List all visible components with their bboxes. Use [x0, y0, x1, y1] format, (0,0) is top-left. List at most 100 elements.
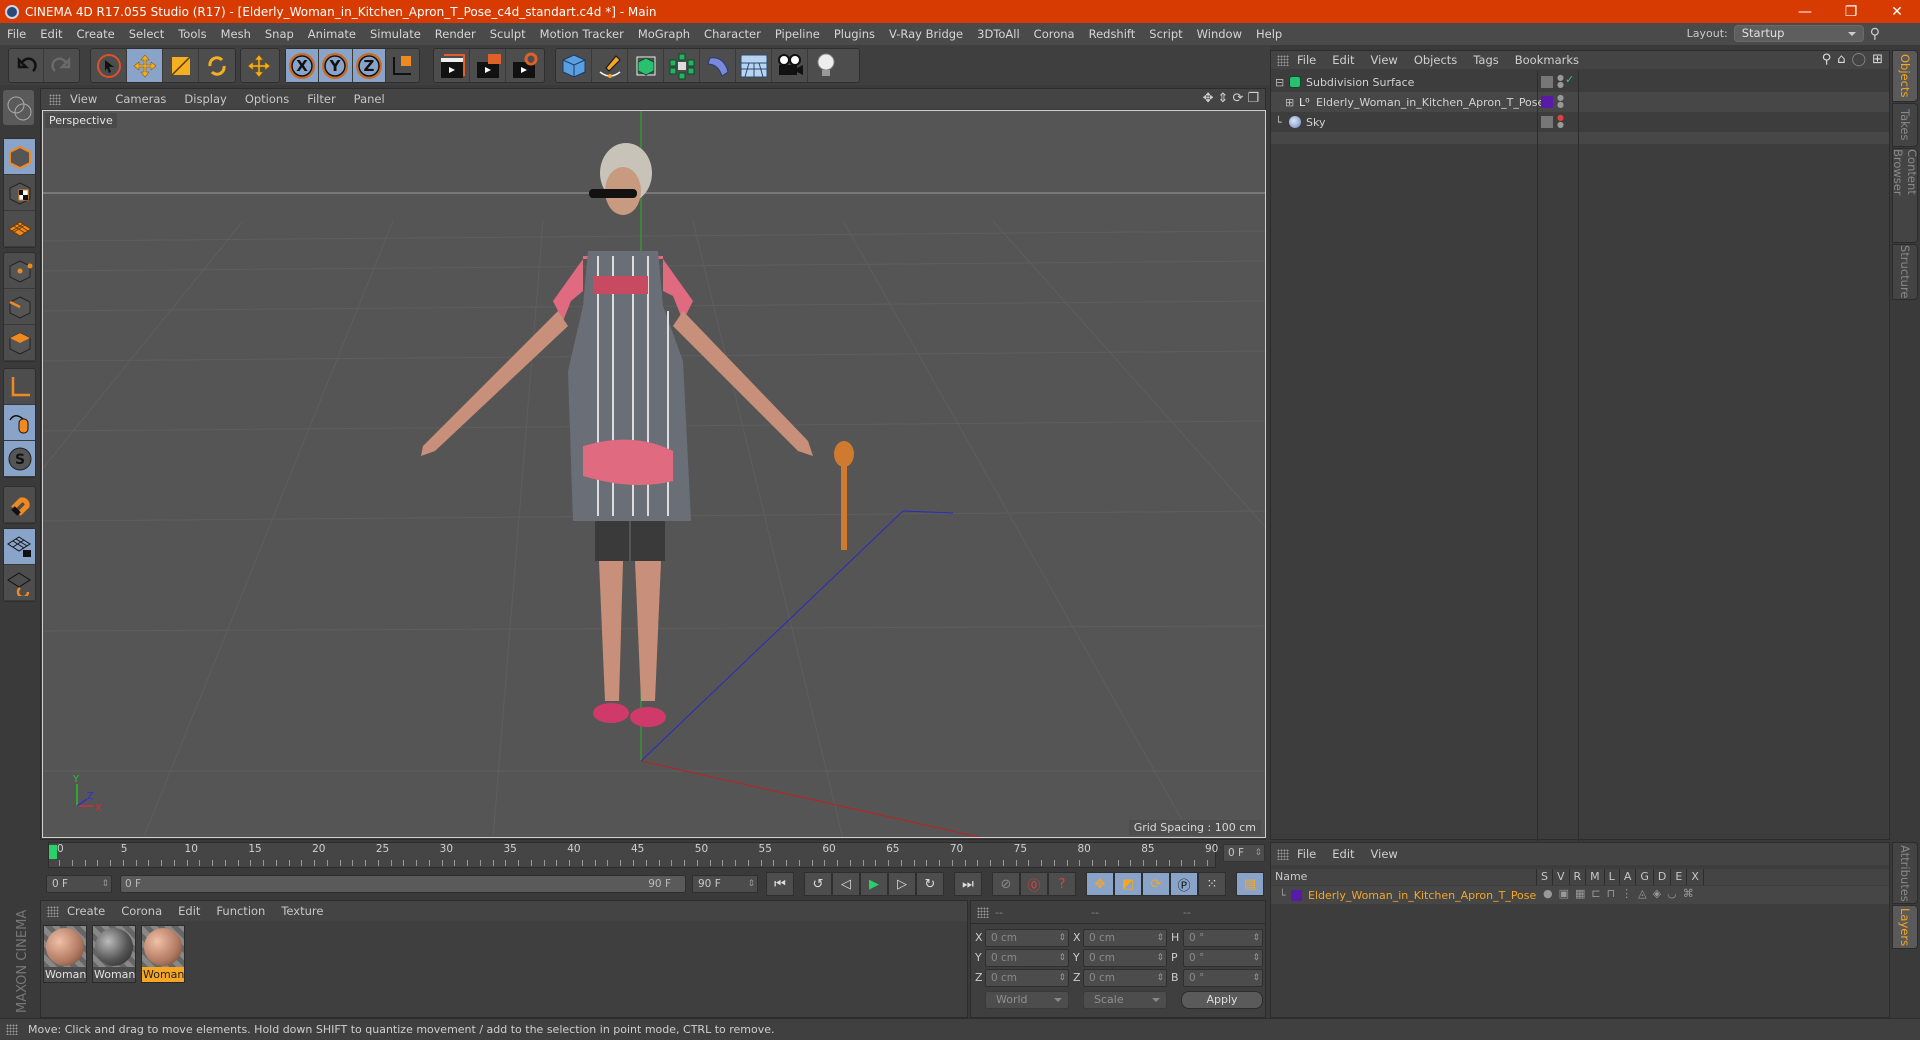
- objects-menu-view[interactable]: View: [1363, 53, 1406, 67]
- rotate-icon[interactable]: [199, 49, 235, 82]
- menu-simulate[interactable]: Simulate: [363, 27, 428, 41]
- floor-environment-icon[interactable]: [736, 49, 772, 82]
- viewport-menu-view[interactable]: View: [61, 92, 106, 106]
- solo-mode-icon[interactable]: S: [4, 441, 35, 477]
- layers-menu-file[interactable]: File: [1289, 847, 1324, 861]
- new-window-icon[interactable]: ⊞: [1872, 52, 1883, 67]
- material-swatch[interactable]: Woman: [43, 925, 87, 983]
- previous-frame-icon[interactable]: ◁: [832, 872, 860, 896]
- go-to-end-icon[interactable]: ⏭: [954, 872, 982, 896]
- polygons-mode-icon[interactable]: [4, 325, 35, 361]
- size-mode-dropdown[interactable]: Scale: [1083, 991, 1167, 1009]
- key-position-icon[interactable]: ✥: [1086, 872, 1114, 896]
- material-menu-edit[interactable]: Edit: [170, 904, 208, 918]
- menu-pipeline[interactable]: Pipeline: [768, 27, 827, 41]
- material-swatch-selected[interactable]: Woman: [141, 925, 185, 983]
- column-generators[interactable]: G: [1636, 869, 1654, 885]
- go-to-start-icon[interactable]: ⏮: [766, 872, 794, 896]
- menu-edit[interactable]: Edit: [33, 27, 69, 41]
- rot-p-field[interactable]: 0 °: [1183, 949, 1263, 967]
- play-icon[interactable]: ▶: [860, 872, 888, 896]
- menu-3dtoall[interactable]: 3DToAll: [970, 27, 1027, 41]
- pos-x-field[interactable]: 0 cm: [985, 929, 1069, 947]
- 3d-viewport[interactable]: Y X Z Perspective Grid Spacing : 100 cm: [42, 110, 1266, 838]
- frame-range-slider[interactable]: 0 F 90 F: [120, 875, 686, 893]
- pos-y-field[interactable]: 0 cm: [985, 949, 1069, 967]
- layer-color-swatch[interactable]: [1291, 889, 1302, 901]
- enabled-check-icon[interactable]: ✓: [1565, 73, 1574, 86]
- menu-window[interactable]: Window: [1190, 27, 1249, 41]
- material-menu-corona[interactable]: Corona: [113, 904, 170, 918]
- menu-file[interactable]: File: [0, 27, 33, 41]
- panel-grip-icon[interactable]: [977, 907, 989, 918]
- texture-mode-icon[interactable]: [4, 175, 35, 211]
- viewport-menu-filter[interactable]: Filter: [298, 92, 344, 106]
- end-frame-field[interactable]: 90 F: [692, 875, 758, 893]
- deformer-bend-icon[interactable]: [700, 49, 736, 82]
- menu-character[interactable]: Character: [697, 27, 768, 41]
- move-last-icon[interactable]: [241, 49, 277, 82]
- search-icon[interactable]: ⚲: [1870, 26, 1880, 42]
- size-z-field[interactable]: 0 cm: [1083, 969, 1167, 987]
- redo-icon[interactable]: [44, 49, 79, 82]
- object-name[interactable]: Elderly_Woman_in_Kitchen_Apron_T_Pose: [1316, 96, 1544, 109]
- cloner-icon[interactable]: [664, 49, 700, 82]
- menu-motion-tracker[interactable]: Motion Tracker: [533, 27, 631, 41]
- panel-grip-icon[interactable]: [1277, 848, 1289, 860]
- autokeying-icon[interactable]: ⓪: [1020, 872, 1048, 896]
- object-row-elderly-woman[interactable]: ⊞ L⁰ Elderly_Woman_in_Kitchen_Apron_T_Po…: [1271, 92, 1889, 112]
- object-name[interactable]: Sky: [1306, 116, 1325, 129]
- record-active-objects-icon[interactable]: ⊘: [992, 872, 1020, 896]
- move-icon[interactable]: [127, 49, 163, 82]
- menu-help[interactable]: Help: [1249, 27, 1289, 41]
- panel-grip-icon[interactable]: [1277, 54, 1289, 66]
- timeline-playhead[interactable]: [49, 845, 57, 859]
- tab-objects[interactable]: Objects: [1892, 50, 1918, 102]
- key-scale-icon[interactable]: ◩: [1114, 872, 1142, 896]
- tab-layers[interactable]: Layers: [1892, 905, 1918, 949]
- layers-menu-edit[interactable]: Edit: [1324, 847, 1362, 861]
- menu-plugins[interactable]: Plugins: [827, 27, 882, 41]
- viewport-menu-options[interactable]: Options: [236, 92, 298, 106]
- eye-icon[interactable]: ◯: [1852, 52, 1867, 67]
- undo-icon[interactable]: [9, 49, 45, 82]
- snap-magnet-icon[interactable]: [4, 487, 35, 523]
- objects-menu-tags[interactable]: Tags: [1465, 53, 1506, 67]
- home-icon[interactable]: ⌂: [1837, 52, 1845, 67]
- object-row-subdivision-surface[interactable]: ⊟ Subdivision Surface ● ● ✓: [1271, 72, 1889, 92]
- menu-redshift[interactable]: Redshift: [1082, 27, 1143, 41]
- column-expressions[interactable]: E: [1671, 869, 1688, 885]
- menu-animate[interactable]: Animate: [301, 27, 363, 41]
- menu-render[interactable]: Render: [428, 27, 483, 41]
- coordinate-system-icon[interactable]: [386, 49, 419, 82]
- size-y-field[interactable]: 0 cm: [1083, 949, 1167, 967]
- column-name[interactable]: Name: [1271, 869, 1537, 885]
- collapse-icon[interactable]: ⊟: [1275, 76, 1289, 89]
- workplane-mode-icon[interactable]: [4, 211, 35, 247]
- apply-button[interactable]: Apply: [1181, 991, 1263, 1009]
- orbit-icon[interactable]: ⟳: [1232, 91, 1243, 106]
- menu-mesh[interactable]: Mesh: [214, 27, 258, 41]
- minimize-button[interactable]: —: [1782, 0, 1828, 23]
- menu-tools[interactable]: Tools: [171, 27, 213, 41]
- close-button[interactable]: ✕: [1874, 0, 1920, 23]
- model-mode-icon[interactable]: [4, 139, 35, 175]
- z-axis-icon[interactable]: Z: [352, 49, 386, 82]
- key-rotation-icon[interactable]: ⟳: [1142, 872, 1170, 896]
- layer-tag-icon[interactable]: [1541, 116, 1553, 128]
- workplane-lock-icon[interactable]: [4, 529, 35, 565]
- column-render[interactable]: R: [1570, 869, 1587, 885]
- expand-icon[interactable]: ⊞: [1285, 96, 1299, 109]
- size-x-field[interactable]: 0 cm: [1083, 929, 1167, 947]
- viewport-menu-panel[interactable]: Panel: [345, 92, 394, 106]
- current-frame-field[interactable]: 0 F: [1223, 844, 1265, 862]
- timeline-ruler[interactable]: 0 5 10 15 20 25 30 35 40 45 50 55 60 65 70 75 80 85 90: [48, 842, 1218, 868]
- layout-dropdown[interactable]: Startup: [1733, 25, 1864, 42]
- visibility-dots-icon[interactable]: ● ●: [1557, 74, 1564, 89]
- menu-corona[interactable]: Corona: [1027, 27, 1082, 41]
- tab-content-browser[interactable]: Content Browser: [1891, 148, 1919, 243]
- column-manager[interactable]: M: [1586, 869, 1605, 885]
- previous-key-icon[interactable]: ↺: [804, 872, 832, 896]
- subdivision-surface-icon[interactable]: [628, 49, 664, 82]
- column-view[interactable]: V: [1553, 869, 1570, 885]
